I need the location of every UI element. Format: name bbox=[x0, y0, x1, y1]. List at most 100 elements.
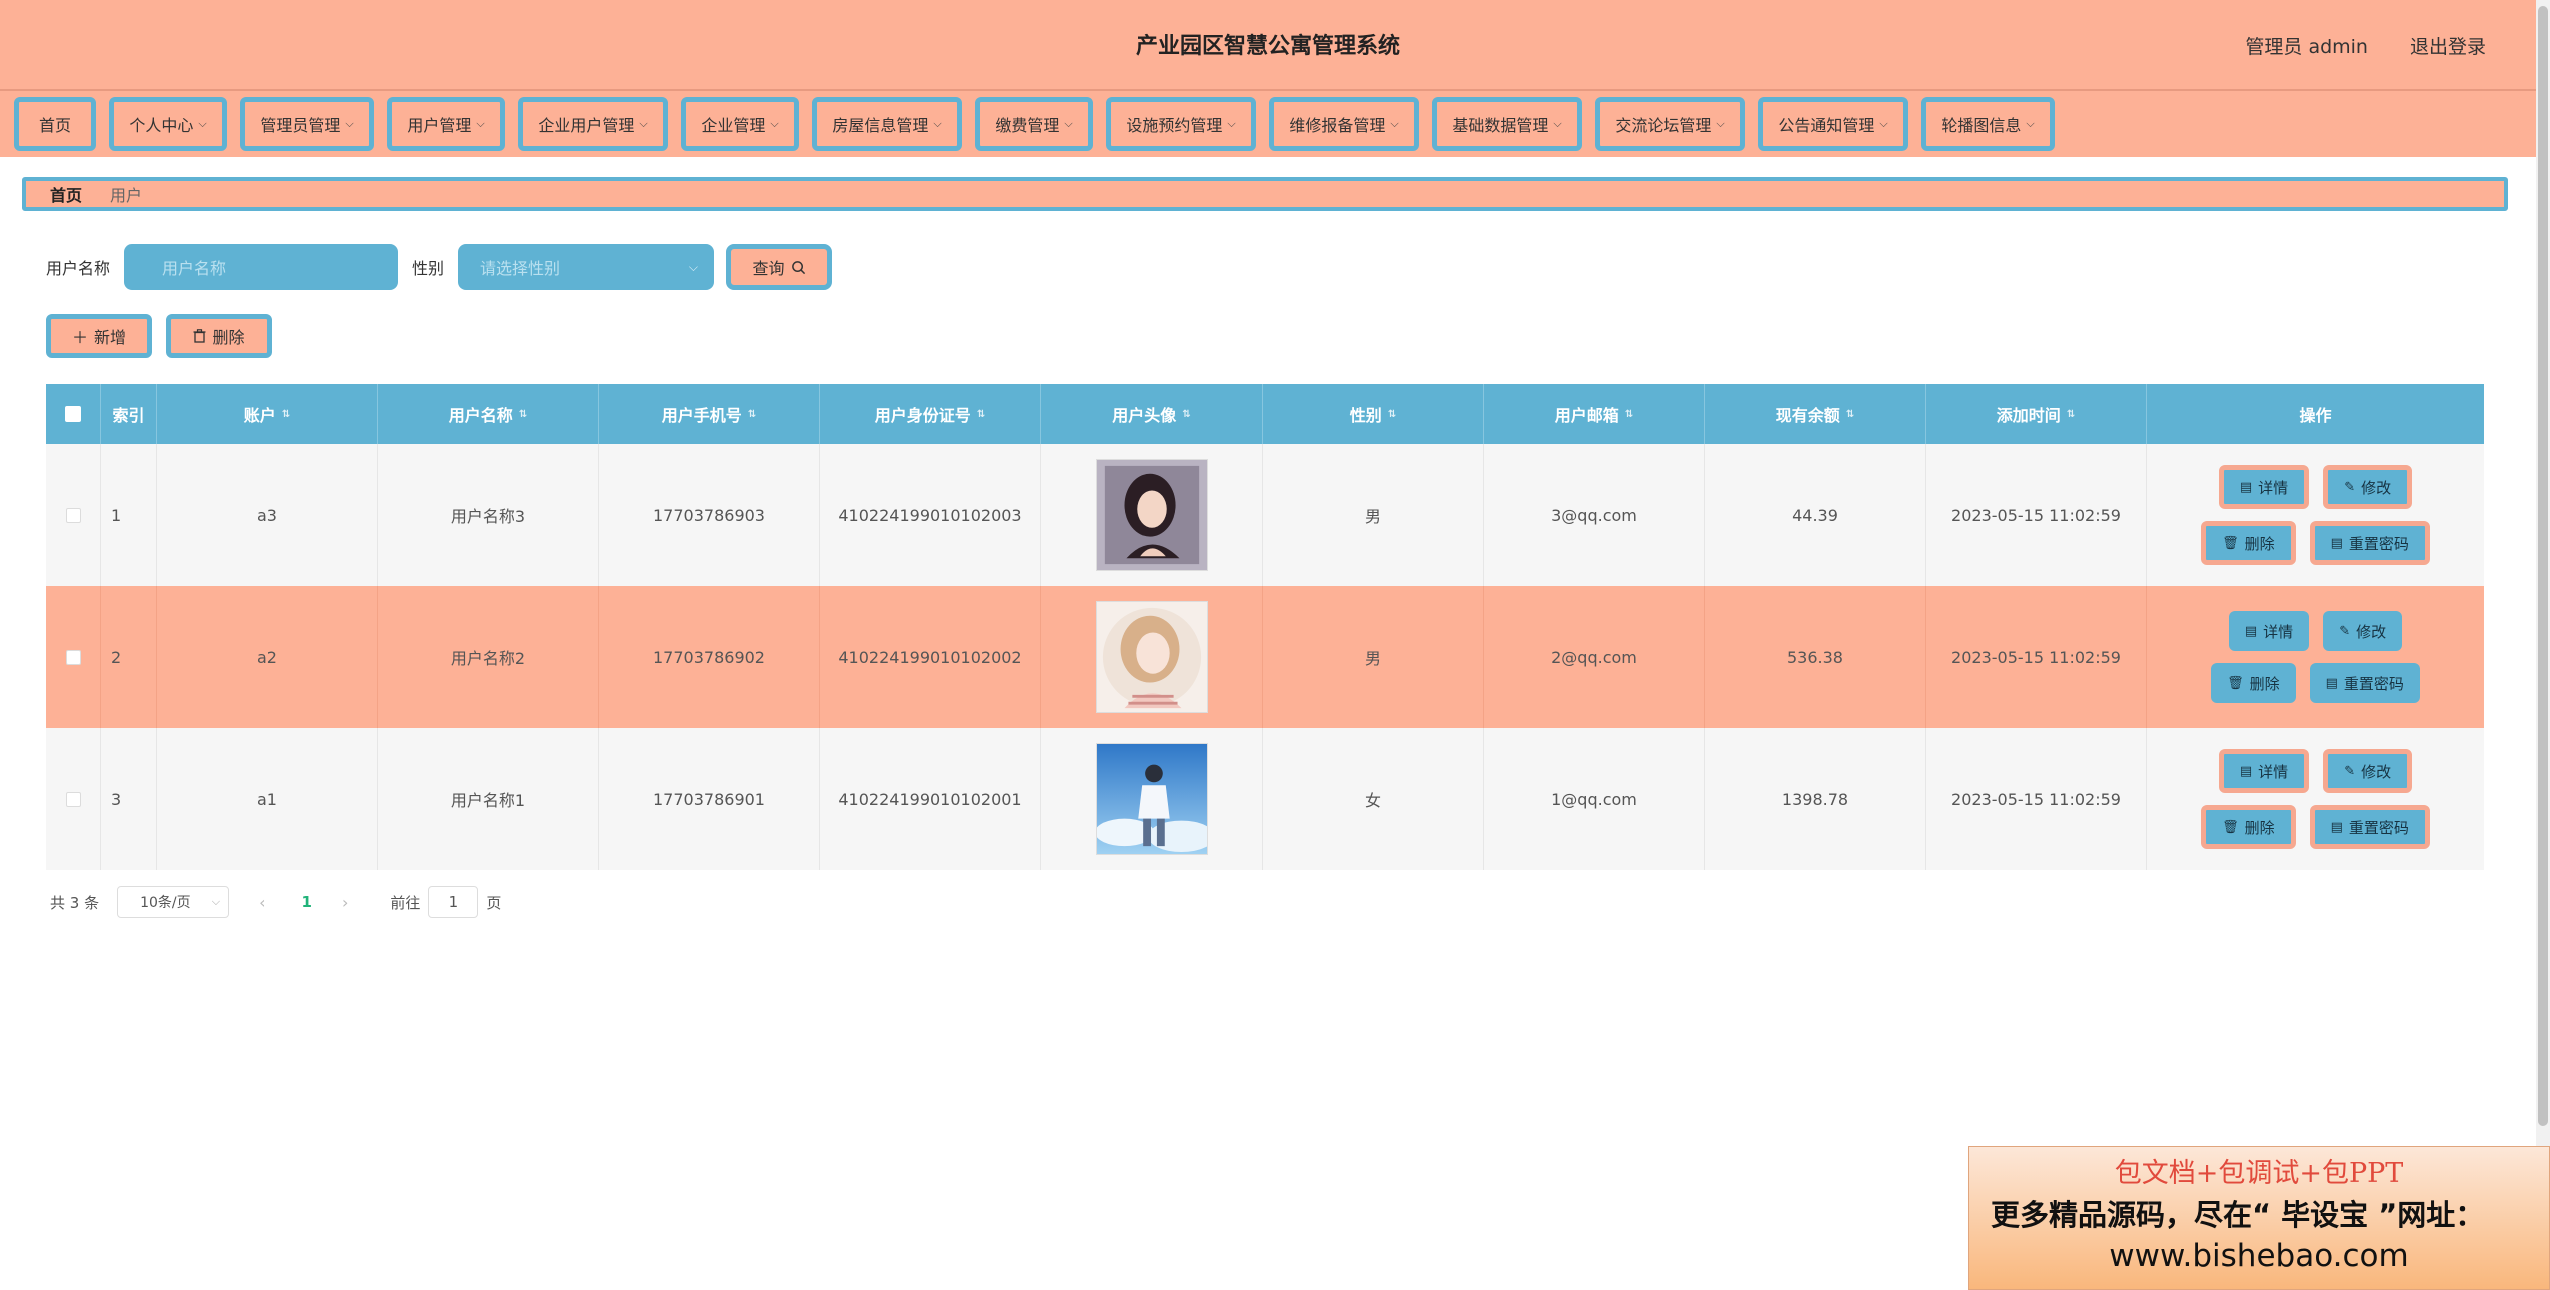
col-email[interactable]: 用户邮箱 ⇅ bbox=[1484, 384, 1705, 444]
delete-button[interactable]: 🗑 删除 bbox=[2211, 663, 2296, 703]
col-account[interactable]: 账户 ⇅ bbox=[157, 384, 378, 444]
detail-button[interactable]: ▤ 详情 bbox=[2228, 611, 2310, 651]
col-phone[interactable]: 用户手机号 ⇅ bbox=[599, 384, 820, 444]
prev-page-icon[interactable]: ‹ bbox=[259, 893, 265, 912]
search-icon bbox=[791, 260, 805, 274]
user-avatar-image[interactable] bbox=[1095, 743, 1208, 855]
promo-url: www.bishebao.com bbox=[2109, 1238, 2409, 1274]
edit-button[interactable]: ✎ 修改 bbox=[2323, 749, 2413, 793]
query-button[interactable]: 查询 bbox=[726, 244, 833, 290]
nav-base-data-management[interactable]: 基础数据管理 ⌵ bbox=[1432, 97, 1582, 151]
chevron-down-icon: ⌵ bbox=[211, 895, 221, 908]
main-nav: 首页 个人中心 ⌵ 管理员管理 ⌵ 用户管理 ⌵ 企业用户管理 ⌵ 企业管理 ⌵ 房屋信息… bbox=[0, 91, 2536, 157]
cell-index: 2 bbox=[101, 586, 157, 728]
sort-icon[interactable]: ⇅ bbox=[2067, 409, 2075, 419]
sort-icon[interactable]: ⇅ bbox=[282, 409, 290, 419]
cell-gender: 男 bbox=[1263, 586, 1484, 728]
user-avatar-image[interactable] bbox=[1095, 601, 1208, 713]
select-all-checkbox[interactable] bbox=[65, 406, 81, 422]
nav-forum-management[interactable]: 交流论坛管理 ⌵ bbox=[1595, 97, 1745, 151]
user-area: 管理员 admin 退出登录 bbox=[2245, 32, 2486, 59]
edit-button[interactable]: ✎ 修改 bbox=[2323, 465, 2413, 509]
page-unit-label: 页 bbox=[486, 893, 502, 912]
cell-email: 1@qq.com bbox=[1484, 728, 1705, 870]
sort-icon[interactable]: ⇅ bbox=[977, 409, 985, 419]
nav-enterprise-management[interactable]: 企业管理 ⌵ bbox=[681, 97, 799, 151]
total-count: 共 3 条 bbox=[50, 893, 100, 912]
sort-icon[interactable]: ⇅ bbox=[748, 409, 756, 419]
next-page-icon[interactable]: › bbox=[342, 893, 348, 912]
breadcrumb: 首页 用户 bbox=[22, 177, 2508, 211]
trash-icon: 🗑 bbox=[2227, 675, 2244, 691]
users-table: 索引 账户 ⇅ 用户名称 ⇅ 用户手机号 ⇅ 用户身份证号 ⇅ 用户头像 ⇅ 性别 ⇅ 用户… bbox=[46, 384, 2484, 870]
cell-email: 2@qq.com bbox=[1484, 586, 1705, 728]
delete-button[interactable]: 🗑 删除 bbox=[2201, 805, 2296, 849]
detail-button[interactable]: ▤ 详情 bbox=[2218, 465, 2310, 509]
cell-phone: 17703786903 bbox=[599, 444, 820, 586]
sort-icon[interactable]: ⇅ bbox=[519, 409, 527, 419]
reset-password-button[interactable]: ▤ 重置密码 bbox=[2309, 521, 2430, 565]
nav-notice-management[interactable]: 公告通知管理 ⌵ bbox=[1758, 97, 1908, 151]
page-number-current[interactable]: 1 bbox=[302, 893, 312, 911]
nav-enterprise-user-management[interactable]: 企业用户管理 ⌵ bbox=[518, 97, 668, 151]
breadcrumb-current: 用户 bbox=[110, 186, 143, 205]
col-id-card[interactable]: 用户身份证号 ⇅ bbox=[820, 384, 1041, 444]
cell-account: a2 bbox=[157, 586, 378, 728]
cell-added-time: 2023-05-15 11:02:59 bbox=[1926, 586, 2147, 728]
delete-button[interactable]: 🗑 删除 bbox=[2201, 521, 2296, 565]
edit-button[interactable]: ✎ 修改 bbox=[2323, 611, 2403, 651]
nav-user-management[interactable]: 用户管理 ⌵ bbox=[387, 97, 505, 151]
page-size-select[interactable]: 10条/页 ⌵ bbox=[117, 886, 230, 918]
nav-admin-management[interactable]: 管理员管理 ⌵ bbox=[240, 97, 374, 151]
cell-email: 3@qq.com bbox=[1484, 444, 1705, 586]
nav-personal-center[interactable]: 个人中心 ⌵ bbox=[109, 97, 227, 151]
col-balance[interactable]: 现有余额 ⇅ bbox=[1705, 384, 1926, 444]
chevron-down-icon: ⌵ bbox=[1390, 117, 1399, 130]
add-button[interactable]: ＋ 新增 bbox=[46, 314, 152, 358]
vertical-scrollbar[interactable] bbox=[2536, 0, 2550, 1290]
nav-carousel-info[interactable]: 轮播图信息 ⌵ bbox=[1921, 97, 2055, 151]
row-actions: ▤ 详情 ✎ 修改 🗑 删除 ▤ 重置密码 bbox=[2201, 749, 2430, 849]
col-name[interactable]: 用户名称 ⇅ bbox=[378, 384, 599, 444]
row-actions: ▤ 详情 ✎ 修改 🗑 删除 ▤ 重置密码 bbox=[2211, 611, 2420, 703]
scrollbar-thumb[interactable] bbox=[2538, 6, 2548, 1126]
col-added-time[interactable]: 添加时间 ⇅ bbox=[1926, 384, 2147, 444]
promo-line-2: 更多精品源码，尽在“ 毕设宝 ”网址： bbox=[1991, 1198, 2485, 1232]
nav-home[interactable]: 首页 bbox=[14, 97, 96, 151]
gender-select[interactable]: 请选择性别 ⌵ bbox=[458, 244, 715, 290]
nav-payment-management[interactable]: 缴费管理 ⌵ bbox=[975, 97, 1093, 151]
table-row: 1 a3 用户名称3 17703786903 41022419901010200… bbox=[46, 444, 2484, 586]
table-row: 2 a2 用户名称2 17703786902 41022419901010200… bbox=[46, 586, 2484, 728]
nav-facility-booking-management[interactable]: 设施预约管理 ⌵ bbox=[1106, 97, 1256, 151]
breadcrumb-home[interactable]: 首页 bbox=[50, 182, 82, 206]
logout-link[interactable]: 退出登录 bbox=[2410, 32, 2486, 59]
batch-delete-button[interactable]: 删除 bbox=[166, 314, 272, 358]
row-checkbox[interactable] bbox=[65, 649, 81, 665]
select-all-checkbox-cell[interactable] bbox=[46, 384, 101, 444]
cell-gender: 女 bbox=[1263, 728, 1484, 870]
sort-icon[interactable]: ⇅ bbox=[1182, 409, 1190, 419]
sort-icon[interactable]: ⇅ bbox=[1625, 409, 1633, 419]
reset-password-button[interactable]: ▤ 重置密码 bbox=[2309, 663, 2420, 703]
reset-password-button[interactable]: ▤ 重置密码 bbox=[2309, 805, 2430, 849]
user-avatar-image[interactable] bbox=[1095, 459, 1208, 571]
col-avatar[interactable]: 用户头像 ⇅ bbox=[1041, 384, 1263, 444]
nav-housing-management[interactable]: 房屋信息管理 ⌵ bbox=[812, 97, 962, 151]
action-row: ＋ 新增 删除 bbox=[46, 314, 272, 358]
search-row: 用户名称 用户名称 性别 请选择性别 ⌵ 查询 bbox=[46, 244, 833, 290]
plus-icon: ＋ bbox=[71, 328, 88, 347]
sort-icon[interactable]: ⇅ bbox=[1846, 409, 1854, 419]
nav-repair-management[interactable]: 维修报备管理 ⌵ bbox=[1269, 97, 1419, 151]
cell-added-time: 2023-05-15 11:02:59 bbox=[1926, 444, 2147, 586]
detail-button[interactable]: ▤ 详情 bbox=[2218, 749, 2310, 793]
table-row: 3 a1 用户名称1 17703786901 41022419901010200… bbox=[46, 728, 2484, 870]
name-search-input[interactable]: 用户名称 bbox=[124, 244, 399, 290]
goto-page-input[interactable]: 1 bbox=[428, 886, 479, 918]
row-checkbox[interactable] bbox=[65, 507, 81, 523]
sort-icon[interactable]: ⇅ bbox=[1388, 409, 1396, 419]
col-gender[interactable]: 性别 ⇅ bbox=[1263, 384, 1484, 444]
cell-gender: 男 bbox=[1263, 444, 1484, 586]
row-checkbox[interactable] bbox=[65, 791, 81, 807]
cell-added-time: 2023-05-15 11:02:59 bbox=[1926, 728, 2147, 870]
row-actions: ▤ 详情 ✎ 修改 🗑 删除 ▤ 重置密码 bbox=[2201, 465, 2430, 565]
